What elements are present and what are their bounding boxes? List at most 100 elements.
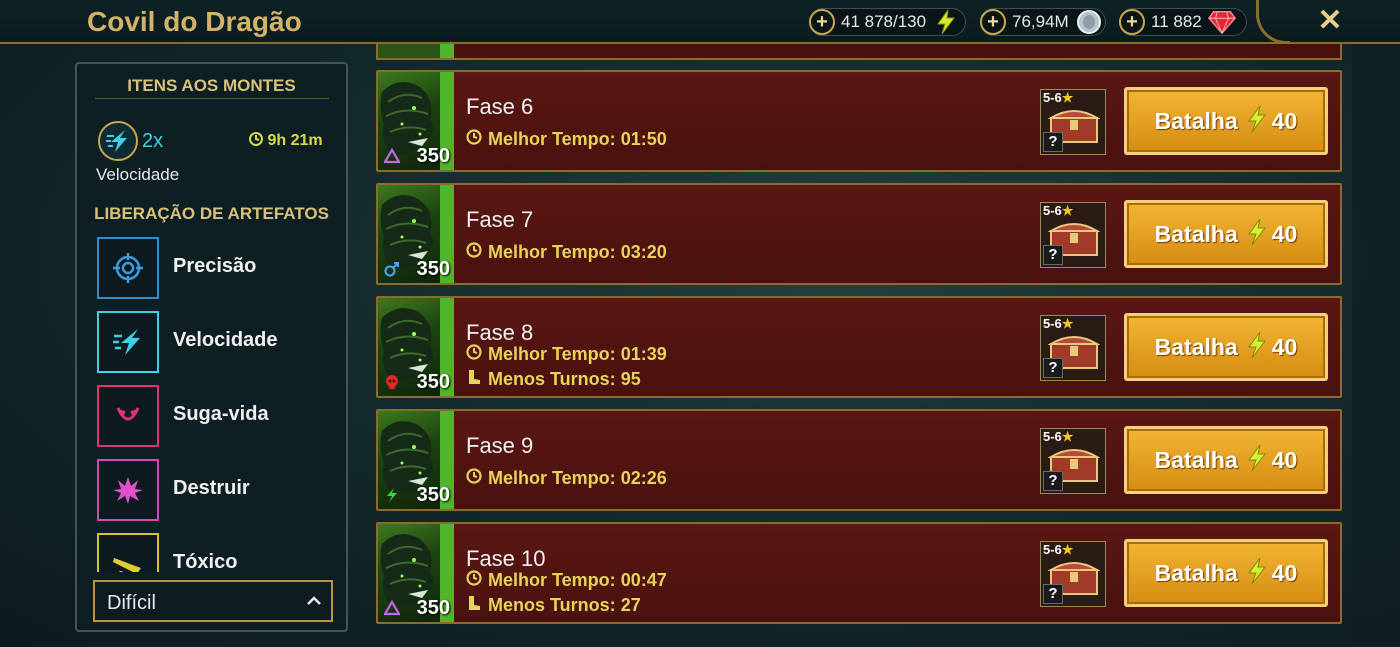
close-button[interactable]: ✕ (1314, 5, 1346, 37)
unknown-reward-badge: ? (1043, 584, 1063, 604)
void-affinity-icon (383, 147, 401, 164)
add-silver-button[interactable]: + (980, 9, 1006, 35)
difficulty-dropdown[interactable]: Difícil (93, 580, 333, 622)
battle-label: Batalha (1154, 446, 1238, 473)
background-map (1352, 44, 1400, 647)
stage-row[interactable]: 350 Fase 10 Melhor Tempo: 00:47 Menos Tu… (376, 522, 1342, 624)
lifesteal-icon (97, 385, 159, 447)
reward-chest[interactable]: 5-6★ ? (1040, 428, 1106, 494)
boot-icon (466, 369, 488, 390)
best-time-label: Melhor Tempo: (488, 468, 616, 488)
fewest-turns: Menos Turnos: 95 (466, 369, 641, 390)
chevron-up-icon (305, 592, 323, 610)
battle-button[interactable]: Batalha 40 (1124, 87, 1328, 155)
dragon-portrait: 350 (378, 185, 454, 283)
stage-row[interactable]: 350 Fase 7 Melhor Tempo: 03:20 5-6★ ? Ba… (376, 183, 1342, 285)
artifact-label: Destruir (173, 477, 250, 499)
silver-coin-icon (1075, 8, 1103, 36)
reward-rank: 5-6★ (1043, 429, 1073, 445)
ruby-icon (1207, 8, 1236, 36)
stage-row[interactable]: 350 Fase 8 Melhor Tempo: 01:39 Menos Tur… (376, 296, 1342, 398)
best-time-value: 01:50 (620, 129, 667, 149)
unknown-reward-badge: ? (1043, 471, 1063, 491)
boost-heading: ITENS AOS MONTES (127, 76, 296, 95)
magic-affinity-icon (384, 261, 400, 277)
battle-energy-cost: 40 (1271, 107, 1298, 134)
best-time-label: Melhor Tempo: (488, 344, 616, 364)
reward-chest[interactable]: 5-6★ ? (1040, 541, 1106, 607)
reward-rank-value: 5-6 (1043, 203, 1062, 218)
difficulty-value: Difícil (107, 592, 156, 614)
battle-button[interactable]: Batalha 40 (1124, 313, 1328, 381)
battle-label: Batalha (1154, 333, 1238, 360)
void-affinity-icon (383, 599, 401, 616)
artifact-item-destroy[interactable]: Destruir (97, 459, 337, 521)
speed-icon (97, 311, 159, 373)
dragon-portrait: 350 (378, 72, 454, 170)
battle-button[interactable]: Batalha 40 (1124, 200, 1328, 268)
star-icon: ★ (1061, 542, 1074, 557)
fewest-turns-label: Menos Turnos: (488, 369, 616, 389)
best-time-value: 03:20 (620, 242, 667, 262)
battle-button[interactable]: Batalha 40 (1124, 539, 1328, 607)
battle-energy-cost: 40 (1271, 333, 1298, 360)
lightning-icon (1246, 444, 1268, 477)
artifacts-heading: LIBERAÇÃO DE ARTEFATOS (94, 204, 329, 223)
best-time-value: 02:26 (620, 468, 667, 488)
stage-power: 350 (416, 258, 450, 280)
artifact-item-speed[interactable]: Velocidade (97, 311, 337, 373)
toxic-icon (97, 533, 159, 572)
reward-chest[interactable]: 5-6★ ? (1040, 89, 1106, 155)
energy-value: 41 878/130 (841, 12, 927, 31)
clock-icon (466, 242, 488, 263)
clock-icon (466, 129, 488, 150)
stage-row[interactable]: 350 Fase 6 Melhor Tempo: 01:50 5-6★ ? Ba… (376, 70, 1342, 172)
spirit-affinity-icon (384, 487, 400, 503)
fewest-turns-label: Menos Turnos: (488, 595, 616, 615)
battle-label: Batalha (1154, 220, 1238, 247)
silver-value: 76,94M (1012, 12, 1069, 31)
gems-counter[interactable]: + 11 882 (1119, 8, 1247, 36)
artifact-label: Velocidade (173, 329, 278, 351)
add-energy-button[interactable]: + (809, 9, 835, 35)
dragon-portrait: 350 (378, 411, 454, 509)
reward-chest[interactable]: 5-6★ ? (1040, 315, 1106, 381)
side-panel: ITENS AOS MONTES 2x 9h 21m Velocidade LI… (75, 62, 348, 632)
stage-row[interactable]: 350 Fase 9 Melhor Tempo: 02:26 5-6★ ? Ba… (376, 409, 1342, 511)
add-gems-button[interactable]: + (1119, 9, 1145, 35)
unknown-reward-badge: ? (1043, 132, 1063, 152)
artifact-item-toxic[interactable]: Tóxico (97, 533, 337, 572)
fewest-turns-value: 95 (620, 369, 641, 389)
stage-name: Fase 7 (466, 207, 534, 232)
stage-name: Fase 9 (466, 433, 534, 458)
lightning-icon (1246, 218, 1268, 251)
boost-time-value: 9h 21m (267, 132, 323, 149)
lightning-icon (1246, 557, 1268, 590)
energy-counter[interactable]: + 41 878/130 (809, 8, 966, 36)
boot-icon (466, 595, 488, 616)
artifact-item-lifesteal[interactable]: Suga-vida (97, 385, 337, 447)
reward-rank: 5-6★ (1043, 542, 1073, 558)
reward-rank-value: 5-6 (1043, 429, 1062, 444)
reward-chest[interactable]: 5-6★ ? (1040, 202, 1106, 268)
stage-power: 350 (416, 597, 450, 619)
stage-power: 350 (416, 145, 450, 167)
best-time: Melhor Tempo: 01:50 (466, 129, 667, 150)
speed-boost-icon[interactable] (98, 121, 138, 161)
reward-rank: 5-6★ (1043, 90, 1073, 106)
clock-icon (466, 344, 488, 365)
artifact-item-accuracy[interactable]: Precisão (97, 237, 337, 299)
battle-energy-cost: 40 (1271, 220, 1298, 247)
stage-name: Fase 6 (466, 94, 534, 119)
artifact-list[interactable]: Precisão Velocidade Suga-vida Destruir T… (77, 234, 346, 572)
accuracy-icon (97, 237, 159, 299)
silver-counter[interactable]: + 76,94M (980, 8, 1106, 36)
top-bar: Covil do Dragão + 41 878/130 + 76,94M + … (0, 0, 1400, 44)
dragon-portrait: 350 (378, 524, 454, 622)
boost-label: Velocidade (96, 165, 180, 184)
gems-value: 11 882 (1151, 12, 1202, 31)
stage-row-partial (376, 44, 1342, 60)
stage-power: 350 (416, 371, 450, 393)
artifact-label: Precisão (173, 255, 257, 277)
battle-button[interactable]: Batalha 40 (1124, 426, 1328, 494)
